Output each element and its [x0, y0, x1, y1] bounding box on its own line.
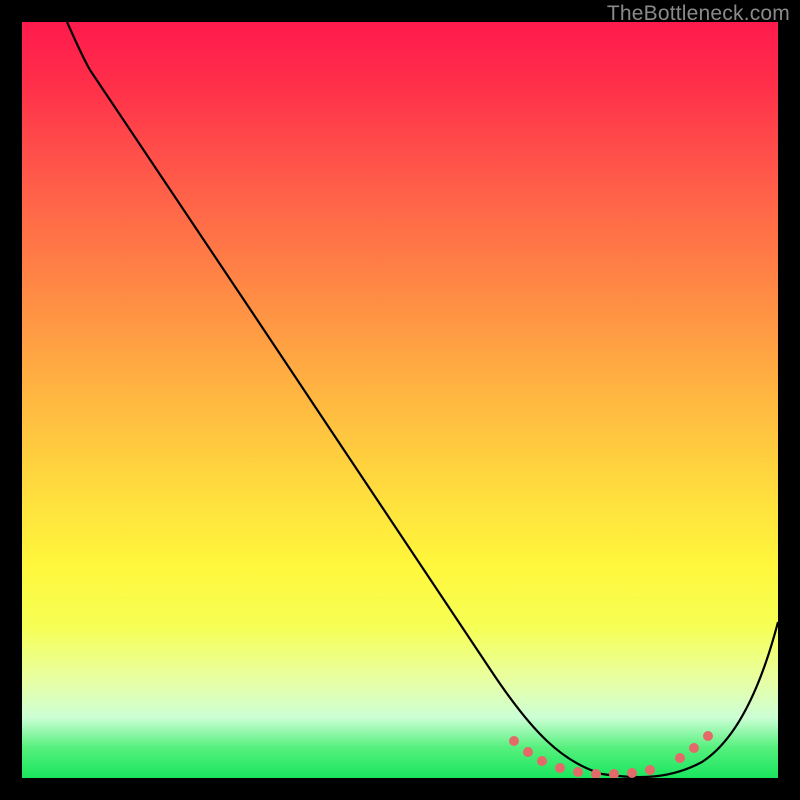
watermark-text: TheBottleneck.com — [607, 2, 790, 26]
curve-path — [67, 22, 778, 777]
dot — [609, 769, 619, 778]
dot — [675, 753, 685, 763]
dot — [703, 731, 713, 741]
dot — [573, 767, 583, 777]
dot — [523, 747, 533, 757]
dot — [689, 743, 699, 753]
bottleneck-curve — [22, 22, 778, 778]
dot — [509, 736, 519, 746]
dot — [537, 756, 547, 766]
dot — [627, 768, 637, 778]
chart-plot-area — [22, 22, 778, 778]
chart-frame: TheBottleneck.com — [0, 0, 800, 800]
dot — [645, 765, 655, 775]
dot — [555, 763, 565, 773]
